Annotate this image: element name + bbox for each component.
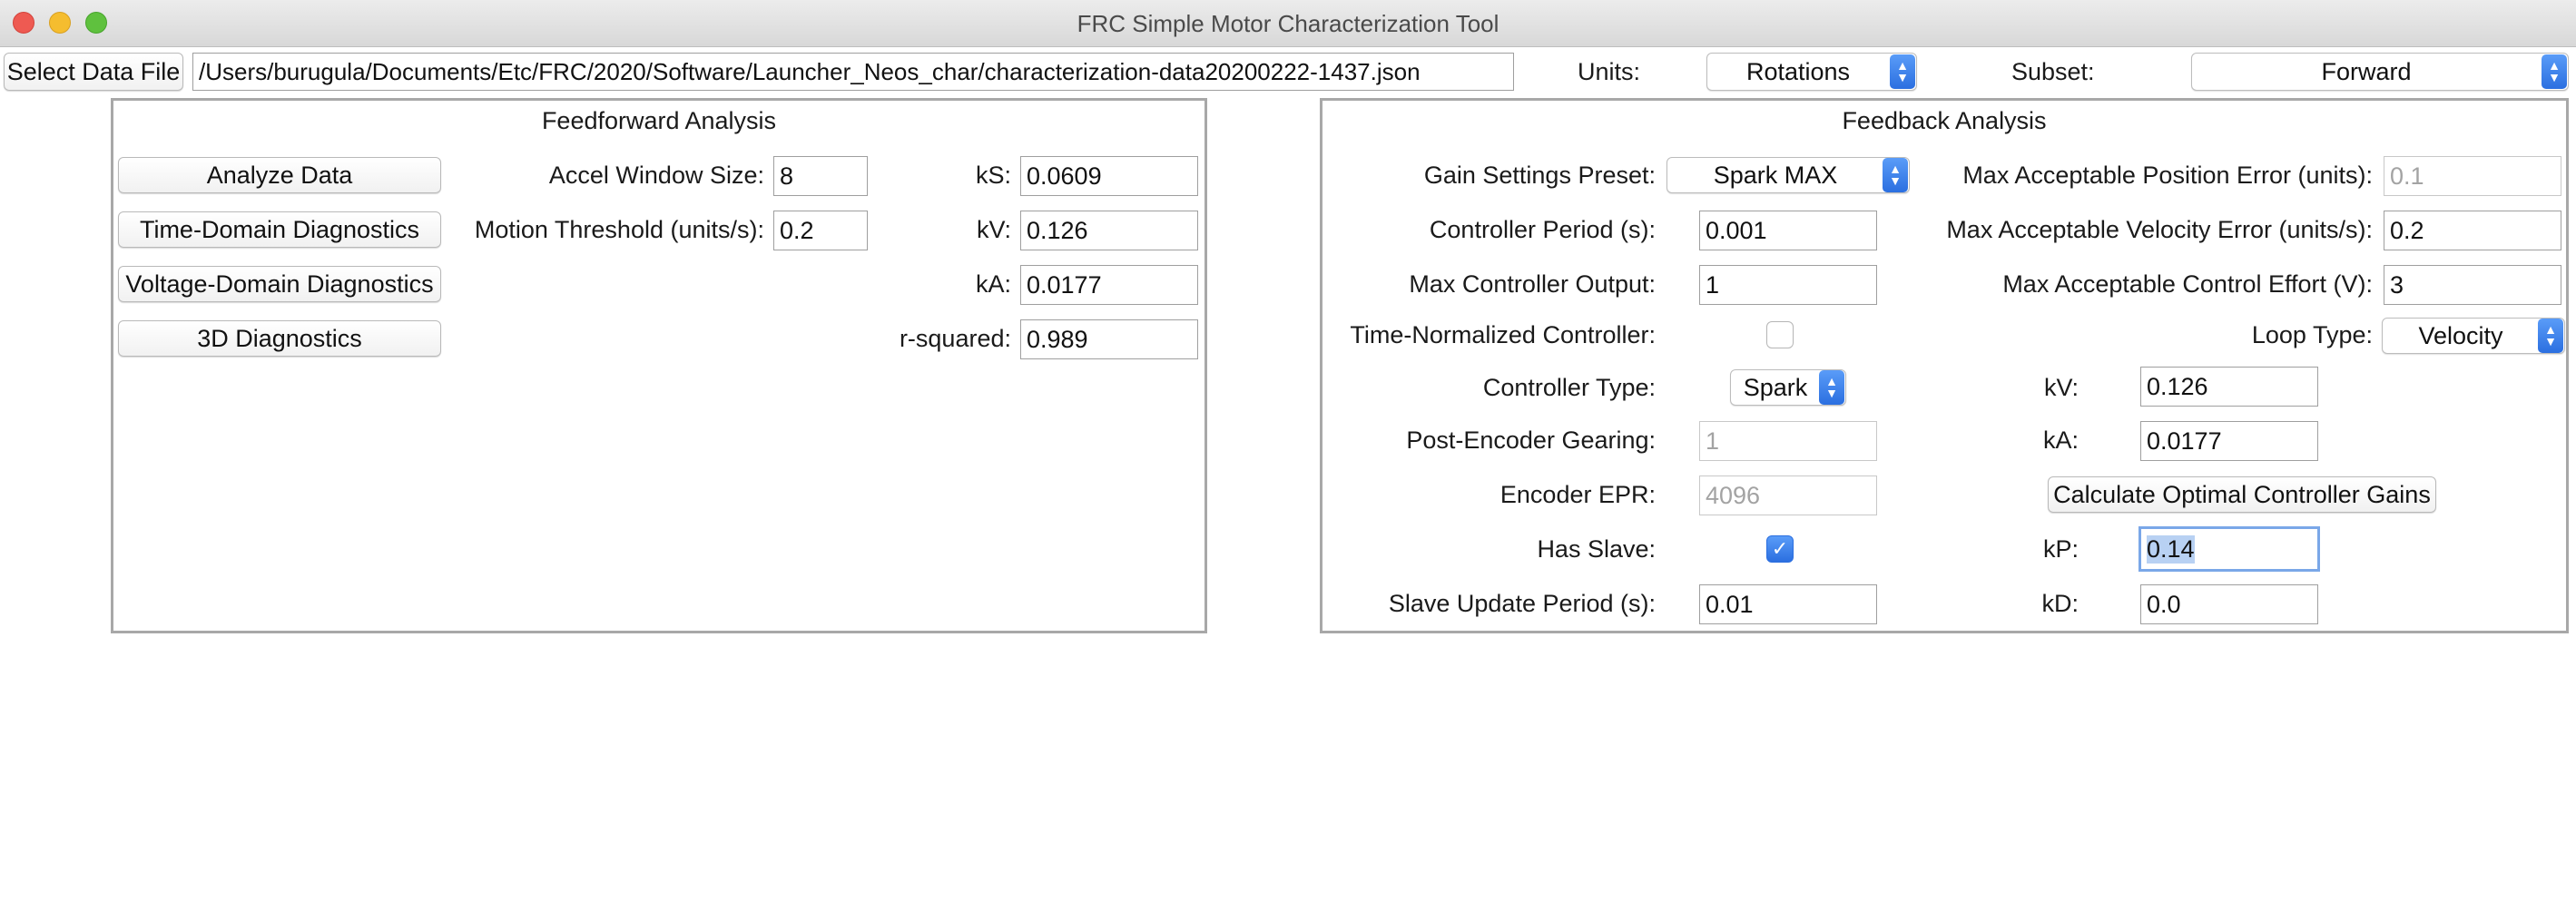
subset-label: Subset:: [2011, 57, 2095, 85]
max-velocity-error-field[interactable]: 0.2: [2384, 211, 2561, 250]
r-squared-field[interactable]: 0.989: [1020, 319, 1198, 359]
ff-kv-field[interactable]: 0.126: [1020, 211, 1198, 250]
time-normalized-checkbox[interactable]: [1766, 321, 1794, 348]
fb-ka-field[interactable]: 0.0177: [2140, 421, 2318, 461]
analyze-data-button[interactable]: Analyze Data: [118, 157, 441, 193]
subset-dropdown[interactable]: Forward: [2191, 53, 2569, 91]
loop-type-value: Velocity: [2418, 321, 2503, 349]
fb-kv-label: kV:: [2043, 373, 2079, 401]
gain-preset-value: Spark MAX: [1713, 161, 1838, 189]
kd-label: kD:: [2041, 589, 2079, 617]
feedback-title: Feedback Analysis: [1842, 107, 2047, 134]
units-dropdown-chevron-icon: ▲ ▼: [1890, 54, 1915, 89]
has-slave-checkbox[interactable]: ✓: [1766, 535, 1794, 563]
slave-update-period-field[interactable]: 0.01: [1699, 584, 1877, 624]
ff-kv-label: kV:: [976, 215, 1011, 243]
encoder-epr-label: Encoder EPR:: [1499, 480, 1656, 508]
max-controller-output-label: Max Controller Output:: [1409, 270, 1656, 298]
max-position-error-field: 0.1: [2384, 156, 2561, 196]
r-squared-label: r-squared:: [899, 324, 1011, 352]
gain-preset-label: Gain Settings Preset:: [1423, 161, 1656, 189]
accel-window-label: Accel Window Size:: [548, 161, 764, 189]
motion-threshold-label: Motion Threshold (units/s):: [474, 215, 764, 243]
post-encoder-gearing-field: 1: [1699, 421, 1877, 461]
kd-field[interactable]: 0.0: [2140, 584, 2318, 624]
max-control-effort-label: Max Acceptable Control Effort (V):: [2002, 270, 2373, 298]
controller-period-field[interactable]: 0.001: [1699, 211, 1877, 250]
kp-value: 0.14: [2147, 534, 2195, 564]
loop-type-chevron-icon: ▲ ▼: [2538, 319, 2563, 353]
gain-preset-dropdown[interactable]: Spark MAX: [1667, 157, 1910, 193]
accel-window-field[interactable]: 8: [773, 156, 868, 196]
max-velocity-error-label: Max Acceptable Velocity Error (units/s):: [1946, 215, 2373, 243]
loop-type-label: Loop Type:: [2251, 320, 2373, 348]
voltage-domain-diagnostics-button[interactable]: Voltage-Domain Diagnostics: [118, 266, 441, 302]
motion-threshold-field[interactable]: 0.2: [773, 211, 868, 250]
subset-dropdown-chevron-icon: ▲ ▼: [2542, 54, 2567, 89]
fb-kv-field[interactable]: 0.126: [2140, 367, 2318, 407]
units-label: Units:: [1578, 57, 1641, 85]
checkmark-icon: ✓: [1771, 537, 1789, 560]
has-slave-label: Has Slave:: [1537, 534, 1656, 563]
time-normalized-label: Time-Normalized Controller:: [1350, 320, 1656, 348]
subset-dropdown-value: Forward: [2321, 57, 2412, 85]
file-path-field[interactable]: /Users/burugula/Documents/Etc/FRC/2020/S…: [192, 53, 1514, 91]
max-controller-output-field[interactable]: 1: [1699, 265, 1877, 305]
gain-preset-chevron-icon: ▲ ▼: [1883, 158, 1908, 192]
ks-field[interactable]: 0.0609: [1020, 156, 1198, 196]
fb-ka-label: kA:: [2042, 426, 2079, 454]
feedforward-title: Feedforward Analysis: [541, 107, 777, 134]
ks-label: kS:: [975, 161, 1011, 189]
ff-ka-label: kA:: [975, 270, 1011, 298]
3d-diagnostics-button[interactable]: 3D Diagnostics: [118, 320, 441, 357]
controller-period-label: Controller Period (s):: [1429, 215, 1656, 243]
slave-update-period-label: Slave Update Period (s):: [1388, 589, 1656, 617]
ff-ka-field[interactable]: 0.0177: [1020, 265, 1198, 305]
kp-field[interactable]: 0.14: [2138, 526, 2320, 572]
window-title: FRC Simple Motor Characterization Tool: [1077, 10, 1499, 37]
max-control-effort-field[interactable]: 3: [2384, 265, 2561, 305]
encoder-epr-field: 4096: [1699, 476, 1877, 515]
units-dropdown[interactable]: Rotations: [1706, 53, 1917, 91]
controller-type-chevron-icon: ▲ ▼: [1819, 370, 1844, 405]
select-data-file-button[interactable]: Select Data File: [4, 53, 183, 91]
max-position-error-label: Max Acceptable Position Error (units):: [1962, 161, 2373, 189]
time-domain-diagnostics-button[interactable]: Time-Domain Diagnostics: [118, 211, 441, 248]
controller-type-value: Spark: [1743, 373, 1808, 401]
kp-label: kP:: [2042, 534, 2079, 563]
controller-type-label: Controller Type:: [1482, 373, 1656, 401]
post-encoder-gearing-label: Post-Encoder Gearing:: [1406, 426, 1656, 454]
calculate-gains-button[interactable]: Calculate Optimal Controller Gains: [2048, 476, 2436, 513]
units-dropdown-value: Rotations: [1745, 57, 1851, 85]
